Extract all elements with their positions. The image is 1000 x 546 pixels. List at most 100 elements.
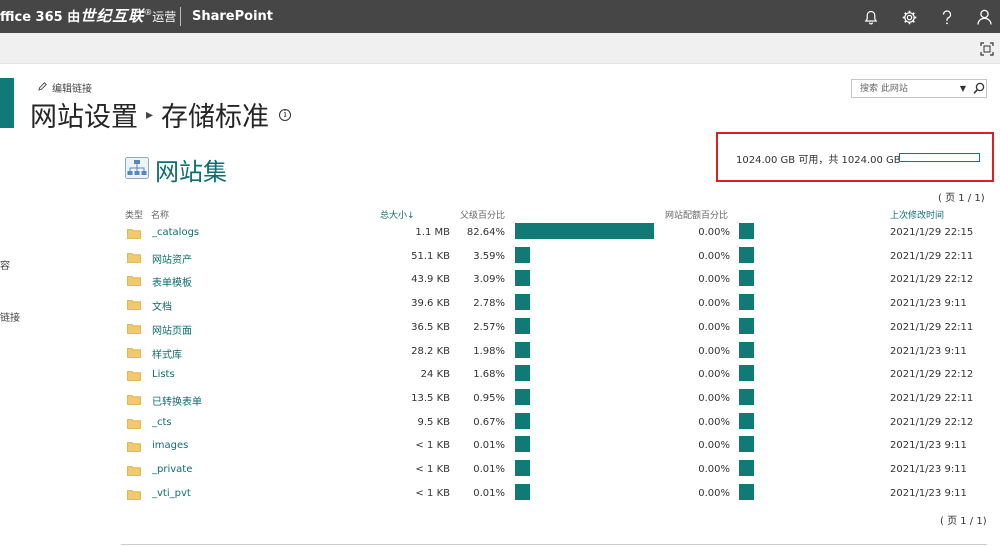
row-quota-percent: 0.00% [698, 274, 730, 286]
folder-icon [127, 465, 141, 476]
row-parent-percent-bar [515, 341, 530, 358]
breadcrumb-current: 存储标准 [161, 102, 270, 133]
table-row: 网站页面 36.5 KB 2.57% 0.00% 2021/1/29 22:11 [0, 317, 1000, 340]
row-quota-percent-bar [739, 365, 754, 382]
row-quota-percent: 0.00% [698, 440, 730, 452]
row-name-link[interactable]: 样式库 [152, 346, 182, 361]
info-icon[interactable]: i [279, 108, 292, 121]
row-name-link[interactable]: 已转换表单 [152, 393, 202, 408]
user-icon[interactable] [973, 6, 995, 28]
row-size: 39.6 KB [411, 298, 450, 310]
row-last-modified: 2021/1/29 22:11 [890, 250, 974, 262]
table-row: _private < 1 KB 0.01% 0.00% 2021/1/23 9:11 [0, 459, 1000, 482]
row-name-link[interactable]: _vti_pvt [152, 488, 191, 499]
row-name-link[interactable]: 文档 [152, 298, 172, 313]
help-icon[interactable] [936, 6, 958, 28]
search-input[interactable] [852, 80, 952, 97]
row-last-modified: 2021/1/29 22:12 [890, 369, 974, 381]
folder-icon [127, 441, 141, 453]
edit-links-link[interactable]: 编辑链接 [38, 80, 92, 95]
row-parent-percent: 0.01% [473, 440, 505, 452]
left-nav-accent [0, 78, 14, 128]
row-quota-percent: 0.00% [698, 416, 730, 428]
row-name-link[interactable]: _catalogs [152, 227, 199, 238]
suite-brand[interactable]: ffice 365 由世纪互联®运营 [0, 0, 176, 33]
search-scope-dropdown-icon[interactable]: ▼ [956, 80, 970, 97]
row-parent-percent-bar [515, 270, 530, 287]
row-quota-percent-bar [739, 223, 754, 239]
breadcrumb-site-settings[interactable]: 网站设置 [30, 95, 138, 134]
row-quota-percent-bar [739, 460, 754, 476]
row-quota-percent: 0.00% [698, 321, 730, 333]
row-parent-percent: 1.68% [473, 369, 505, 381]
table-row: 已转换表单 13.5 KB 0.95% 0.00% 2021/1/29 22:11 [0, 388, 1000, 411]
row-name-link[interactable]: 表单模板 [152, 274, 192, 289]
row-name-link[interactable]: 网站资产 [152, 251, 192, 266]
row-size: < 1 KB [415, 464, 450, 475]
quota-summary-text: 1024.00 GB 可用，共 1024.00 GB [736, 155, 901, 166]
row-last-modified: 2021/1/23 9:11 [890, 440, 967, 452]
bell-icon[interactable] [860, 6, 882, 28]
column-header-last-modified[interactable]: 上次修改时间 [890, 208, 944, 221]
quota-bar [899, 153, 980, 162]
row-parent-percent: 1.98% [473, 345, 505, 357]
row-parent-percent-bar [515, 388, 530, 405]
row-quota-percent-bar [739, 388, 754, 405]
table-row: images < 1 KB 0.01% 0.00% 2021/1/23 9:11 [0, 435, 1000, 458]
search-box: ▼ [851, 79, 987, 98]
suite-bar: ffice 365 由世纪互联®运营 SharePoint [0, 0, 1000, 33]
brand-text-21vianet: 世纪互联 [80, 7, 145, 25]
focus-mode-icon[interactable] [980, 41, 994, 56]
row-last-modified: 2021/1/23 9:11 [890, 464, 967, 475]
row-parent-percent: 3.59% [473, 250, 505, 262]
table-row: 网站资产 51.1 KB 3.59% 0.00% 2021/1/29 22:11 [0, 246, 1000, 269]
row-parent-percent: 82.64% [466, 227, 505, 238]
row-quota-percent-bar [739, 483, 754, 500]
column-header-size[interactable]: 总大小↓ [380, 208, 415, 221]
row-name-link[interactable]: _private [152, 464, 192, 475]
row-parent-percent: 0.95% [473, 392, 505, 404]
row-name-link[interactable]: _cts [152, 417, 172, 428]
table-row: 文档 39.6 KB 2.78% 0.00% 2021/1/23 9:11 [0, 293, 1000, 316]
row-last-modified: 2021/1/29 22:11 [890, 321, 974, 333]
row-quota-percent-bar [739, 246, 754, 263]
page-title: 网站设置 ▸ 存储标准 i [30, 95, 292, 134]
row-quota-percent-bar [739, 294, 754, 311]
row-quota-percent-bar [739, 341, 754, 358]
app-name-link[interactable]: SharePoint [192, 0, 273, 33]
pager-top: ( 页 1 / 1) [938, 193, 985, 204]
row-name-link[interactable]: Lists [152, 369, 175, 380]
folder-icon [127, 394, 141, 405]
row-name-link[interactable]: 网站页面 [152, 322, 192, 337]
row-parent-percent: 2.57% [473, 321, 505, 333]
row-parent-percent-bar [515, 317, 530, 334]
gear-icon[interactable] [898, 6, 920, 28]
column-header-parent-percent: 父级百分比 [460, 211, 506, 221]
row-last-modified: 2021/1/29 22:12 [890, 274, 974, 286]
row-name-link[interactable]: images [152, 440, 188, 451]
column-header-size-label: 总大小 [380, 211, 408, 221]
row-parent-percent: 3.09% [473, 274, 505, 286]
row-parent-percent: 2.78% [473, 298, 505, 310]
row-size: 36.5 KB [411, 321, 450, 333]
row-last-modified: 2021/1/29 22:11 [890, 392, 974, 404]
table-row: 样式库 28.2 KB 1.98% 0.00% 2021/1/23 9:11 [0, 341, 1000, 364]
folder-icon [127, 228, 141, 239]
folder-icon [127, 252, 141, 263]
column-header-quota-percent: 网站配额百分比 [665, 211, 729, 221]
table-row: _cts 9.5 KB 0.67% 0.00% 2021/1/29 22:12 [0, 412, 1000, 435]
row-quota-percent: 0.00% [698, 298, 730, 310]
row-quota-percent: 0.00% [698, 227, 730, 238]
folder-icon [127, 275, 141, 287]
folder-icon [127, 370, 141, 382]
folder-icon [127, 489, 141, 500]
row-parent-percent-bar [515, 223, 654, 239]
column-header-type: 类型 [125, 211, 144, 221]
search-icon[interactable] [972, 81, 986, 96]
pencil-icon [38, 81, 47, 94]
brand-registered-mark: ® [144, 8, 153, 17]
row-parent-percent-bar [515, 412, 530, 429]
row-last-modified: 2021/1/29 22:15 [890, 227, 974, 238]
bottom-divider [121, 544, 987, 545]
row-size: 13.5 KB [411, 392, 450, 404]
